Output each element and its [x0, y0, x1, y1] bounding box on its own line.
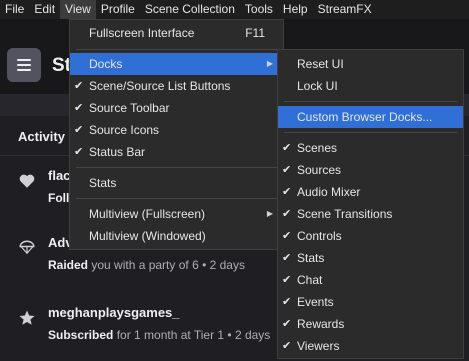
menu-item-custom-browser-docks[interactable]: Custom Browser Docks... [278, 106, 463, 128]
menu-file[interactable]: File [0, 0, 29, 19]
menu-view[interactable]: View [60, 0, 96, 19]
menu-separator [76, 49, 277, 50]
menu-item-fullscreen-interface[interactable]: Fullscreen Interface F11 [70, 22, 283, 44]
star-icon [19, 310, 35, 325]
menu-item-multiview-fullscreen[interactable]: Multiview (Fullscreen) ▶ [70, 203, 283, 225]
menu-item-dock-audio-mixer[interactable]: ✔ Audio Mixer [278, 181, 463, 203]
check-icon: ✔ [282, 230, 292, 242]
menu-item-stats[interactable]: Stats [70, 172, 283, 194]
check-icon: ✔ [282, 340, 292, 352]
check-icon: ✔ [74, 80, 84, 92]
shortcut-label: F11 [245, 26, 265, 40]
follower-name: flac [48, 168, 71, 183]
parachute-icon [19, 240, 35, 255]
check-icon: ✔ [282, 274, 292, 286]
check-icon: ✔ [74, 146, 84, 158]
menu-item-lock-ui[interactable]: Lock UI [278, 75, 463, 97]
docks-submenu: Reset UI Lock UI Custom Browser Docks...… [277, 49, 464, 359]
check-icon: ✔ [282, 142, 292, 154]
follower-detail: Foll [48, 191, 70, 205]
menu-scene-collection[interactable]: Scene Collection [140, 0, 240, 19]
subscription-detail: Subscribed for 1 month at Tier 1 • 2 day… [48, 328, 271, 342]
check-icon: ✔ [282, 186, 292, 198]
menu-streamfx[interactable]: StreamFX [313, 0, 377, 19]
submenu-arrow-icon: ▶ [266, 209, 273, 218]
menu-item-reset-ui[interactable]: Reset UI [278, 53, 463, 75]
check-icon: ✔ [282, 164, 292, 176]
check-icon: ✔ [282, 208, 292, 220]
menu-item-dock-scene-transitions[interactable]: ✔ Scene Transitions [278, 203, 463, 225]
menu-item-scene-source-list-buttons[interactable]: ✔ Scene/Source List Buttons [70, 75, 283, 97]
menu-item-dock-controls[interactable]: ✔ Controls [278, 225, 463, 247]
menu-item-multiview-windowed[interactable]: Multiview (Windowed) [70, 225, 283, 247]
menu-item-dock-stats[interactable]: ✔ Stats [278, 247, 463, 269]
raid-detail: Raided you with a party of 6 • 2 days [48, 258, 245, 272]
menu-item-dock-chat[interactable]: ✔ Chat [278, 269, 463, 291]
menu-item-source-toolbar[interactable]: ✔ Source Toolbar [70, 97, 283, 119]
check-icon: ✔ [74, 102, 84, 114]
subscriber-name: meghanplaysgames_ [48, 305, 180, 320]
heart-icon [19, 174, 35, 188]
menu-item-status-bar[interactable]: ✔ Status Bar [70, 141, 283, 163]
menu-item-dock-rewards[interactable]: ✔ Rewards [278, 313, 463, 335]
menu-separator [76, 167, 277, 168]
menu-bar: File Edit View Profile Scene Collection … [0, 0, 469, 19]
view-menu: Fullscreen Interface F11 Docks ▶ ✔ Scene… [69, 19, 284, 250]
tab-activity[interactable]: Activity [18, 129, 65, 144]
menu-item-source-icons[interactable]: ✔ Source Icons [70, 119, 283, 141]
menu-edit[interactable]: Edit [29, 0, 60, 19]
check-icon: ✔ [282, 296, 292, 308]
menu-separator [284, 101, 457, 102]
menu-help[interactable]: Help [278, 0, 313, 19]
check-icon: ✔ [74, 124, 84, 136]
menu-separator [284, 132, 457, 133]
menu-item-dock-sources[interactable]: ✔ Sources [278, 159, 463, 181]
submenu-arrow-icon: ▶ [266, 59, 273, 68]
menu-tools[interactable]: Tools [240, 0, 278, 19]
check-icon: ✔ [282, 252, 292, 264]
check-icon: ✔ [282, 318, 292, 330]
menu-item-dock-viewers[interactable]: ✔ Viewers [278, 335, 463, 357]
menu-item-dock-events[interactable]: ✔ Events [278, 291, 463, 313]
hamburger-menu-button[interactable] [7, 48, 41, 82]
menu-item-dock-scenes[interactable]: ✔ Scenes [278, 137, 463, 159]
menu-profile[interactable]: Profile [96, 0, 140, 19]
menu-item-docks[interactable]: Docks ▶ [70, 53, 283, 75]
menu-separator [76, 198, 277, 199]
